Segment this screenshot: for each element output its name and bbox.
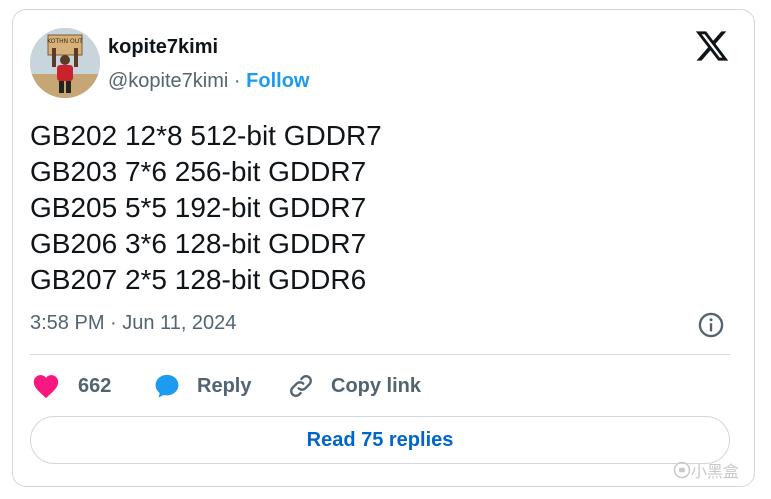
avatar[interactable]: KOTHN OUT (30, 28, 100, 98)
reply-icon (155, 374, 179, 398)
copy-link-button[interactable]: Copy link (287, 368, 421, 404)
like-button[interactable]: 662 (32, 368, 111, 404)
avatar-image: KOTHN OUT (30, 28, 100, 98)
reply-button[interactable]: Reply (153, 368, 251, 404)
divider (30, 354, 730, 355)
tweet-text: GB202 12*8 512-bit GDDR7 GB203 7*6 256-b… (30, 118, 382, 298)
tweet-line: GB207 2*5 128-bit GDDR6 (30, 264, 367, 295)
author-display-name[interactable]: kopite7kimi (108, 36, 218, 59)
read-replies-label: Read 75 replies (306, 428, 454, 451)
watermark-logo-icon (673, 461, 691, 479)
link-icon (290, 375, 312, 397)
tweet-line: GB206 3*6 128-bit GDDR7 (30, 228, 367, 259)
watermark: 小黑盒 (673, 458, 739, 482)
tweet-line: GB203 7*6 256-bit GDDR7 (30, 156, 367, 187)
tweet-line: GB202 12*8 512-bit GDDR7 (30, 120, 382, 151)
read-replies-button[interactable]: Read 75 replies (30, 416, 730, 464)
follow-button[interactable]: Follow (246, 70, 309, 92)
tweet-line: GB205 5*5 192-bit GDDR7 (30, 192, 367, 223)
author-handle[interactable]: @kopite7kimi (108, 70, 228, 92)
like-count: 662 (78, 374, 112, 397)
info-icon[interactable] (697, 311, 725, 339)
avatar-sign-text: KOTHN OUT (47, 38, 83, 45)
handle-separator: · (233, 70, 241, 92)
x-logo-icon[interactable] (694, 28, 730, 64)
copy-link-label: Copy link (331, 374, 422, 397)
heart-icon (33, 375, 59, 399)
reply-label: Reply (197, 374, 252, 397)
tweet-timestamp[interactable]: 3:58 PM · Jun 11, 2024 (30, 312, 236, 335)
watermark-text: 小黑盒 (691, 464, 740, 481)
author-handle-row: @kopite7kimi · Follow (108, 70, 309, 93)
